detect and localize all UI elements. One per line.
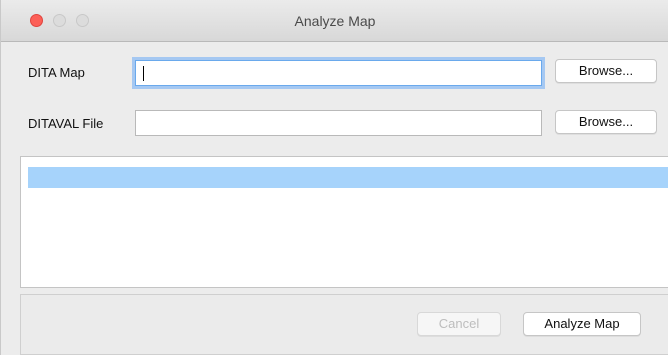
- text-cursor: [143, 66, 144, 81]
- list-item-selected[interactable]: [28, 167, 668, 188]
- analyze-map-button[interactable]: Analyze Map: [523, 312, 641, 336]
- window-title: Analyze Map: [294, 13, 376, 29]
- results-list[interactable]: [20, 156, 668, 288]
- ditaval-browse-button[interactable]: Browse...: [555, 110, 657, 134]
- dita-map-label: DITA Map: [28, 65, 85, 80]
- cancel-button[interactable]: Cancel: [417, 312, 501, 336]
- title-bar[interactable]: Analyze Map: [1, 0, 668, 42]
- ditaval-file-input[interactable]: [135, 110, 542, 136]
- analyze-map-window: Analyze Map DITA Map Browse... DITAVAL F…: [0, 0, 668, 355]
- dita-map-browse-button[interactable]: Browse...: [555, 59, 657, 83]
- dita-map-input[interactable]: [135, 60, 542, 86]
- ditaval-file-label: DITAVAL File: [28, 116, 104, 131]
